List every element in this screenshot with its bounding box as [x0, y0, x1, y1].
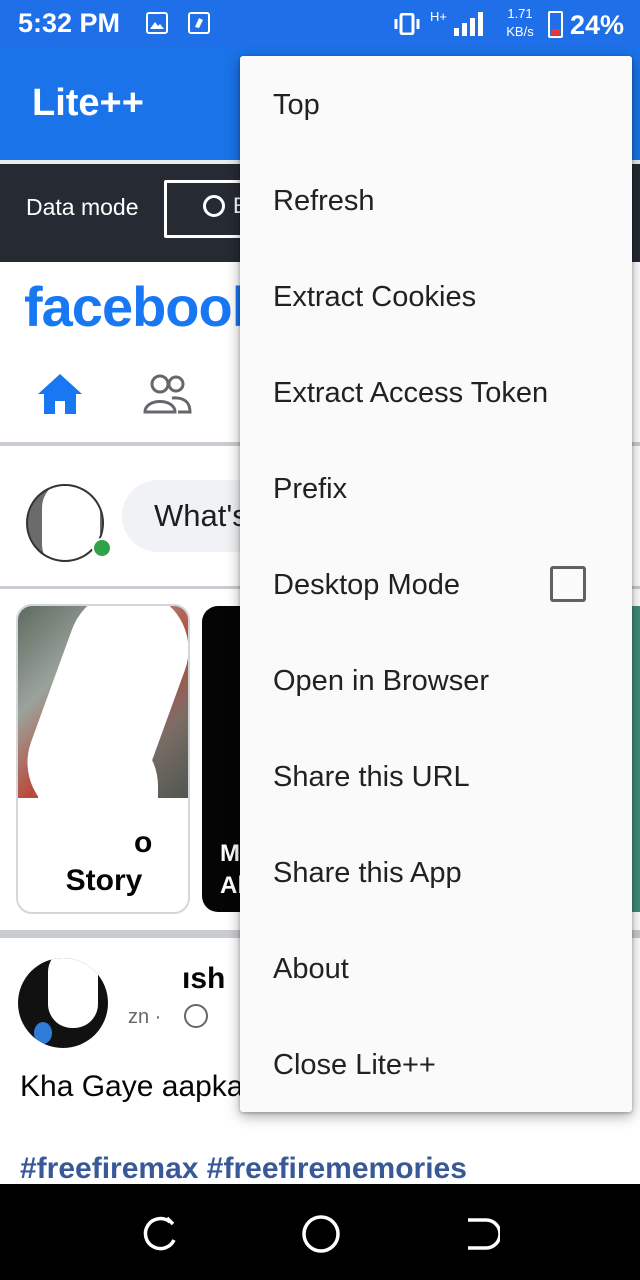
menu-item-label: Top — [273, 89, 320, 121]
post-author-name[interactable]: ısh — [182, 962, 225, 996]
broadcast-icon — [203, 195, 225, 217]
back-button[interactable] — [460, 1214, 500, 1254]
recents-button[interactable] — [140, 1214, 180, 1254]
desktop-mode-checkbox[interactable] — [550, 566, 586, 602]
menu-item-top[interactable]: Top — [240, 56, 632, 152]
friends-icon[interactable] — [142, 372, 192, 416]
battery-percent: 24% — [570, 10, 625, 40]
menu-item-prefix[interactable]: Prefix — [240, 440, 632, 536]
menu-item-close[interactable]: Close Lite++ — [240, 1016, 632, 1112]
home-button[interactable] — [300, 1213, 342, 1255]
story-title-line-1: M — [220, 840, 240, 867]
navigation-bar — [0, 1184, 640, 1280]
notification-app-icon — [188, 12, 210, 34]
overflow-menu: Top Refresh Extract Cookies Extract Acce… — [240, 56, 632, 1112]
online-status-dot — [92, 538, 112, 558]
menu-item-label: Share this URL — [273, 761, 470, 793]
menu-item-label: Prefix — [273, 473, 348, 505]
globe-icon — [184, 1004, 208, 1028]
app-title: Lite++ — [32, 82, 144, 124]
post-author-avatar[interactable] — [18, 958, 108, 1048]
home-icon[interactable] — [36, 372, 84, 416]
post-hashtags[interactable]: #freefiremax #freefirememories — [20, 1152, 467, 1186]
composer-placeholder: What's — [154, 498, 248, 533]
create-story-label-top: o — [134, 826, 153, 859]
menu-item-extract-cookies[interactable]: Extract Cookies — [240, 248, 632, 344]
signal-icon — [454, 12, 483, 36]
vibrate-icon — [394, 13, 420, 35]
battery-icon — [548, 11, 563, 38]
status-bar: 5:32 PM H+ 1.71 KB/s 24% — [0, 0, 640, 48]
menu-item-label: Close Lite++ — [273, 1049, 436, 1081]
menu-item-label: Extract Cookies — [273, 281, 477, 313]
speed-value: 1.71 — [507, 6, 533, 21]
menu-item-share-app[interactable]: Share this App — [240, 824, 632, 920]
data-mode-label: Data mode — [26, 194, 139, 220]
menu-item-label: Refresh — [273, 185, 375, 217]
post-text: Kha Gaye aapka — [20, 1070, 244, 1103]
menu-item-desktop-mode[interactable]: Desktop Mode — [240, 536, 632, 632]
menu-item-about[interactable]: About — [240, 920, 632, 1016]
menu-item-label: Open in Browser — [273, 665, 489, 697]
menu-item-open-in-browser[interactable]: Open in Browser — [240, 632, 632, 728]
menu-item-share-url[interactable]: Share this URL — [240, 728, 632, 824]
gallery-icon — [146, 12, 168, 34]
create-story-label: Story — [65, 864, 143, 897]
menu-item-refresh[interactable]: Refresh — [240, 152, 632, 248]
facebook-logo: facebook — [24, 275, 263, 338]
menu-item-extract-access-token[interactable]: Extract Access Token — [240, 344, 632, 440]
menu-item-label: About — [273, 953, 349, 985]
speed-unit: KB/s — [506, 24, 534, 39]
create-story-card[interactable]: o Story — [16, 604, 190, 914]
menu-item-label: Share this App — [273, 857, 462, 889]
network-type: H+ — [430, 9, 447, 24]
status-time: 5:32 PM — [18, 8, 121, 38]
menu-item-label: Extract Access Token — [273, 377, 549, 409]
post-time: zn · — [128, 1006, 162, 1028]
menu-item-label: Desktop Mode — [273, 569, 460, 601]
